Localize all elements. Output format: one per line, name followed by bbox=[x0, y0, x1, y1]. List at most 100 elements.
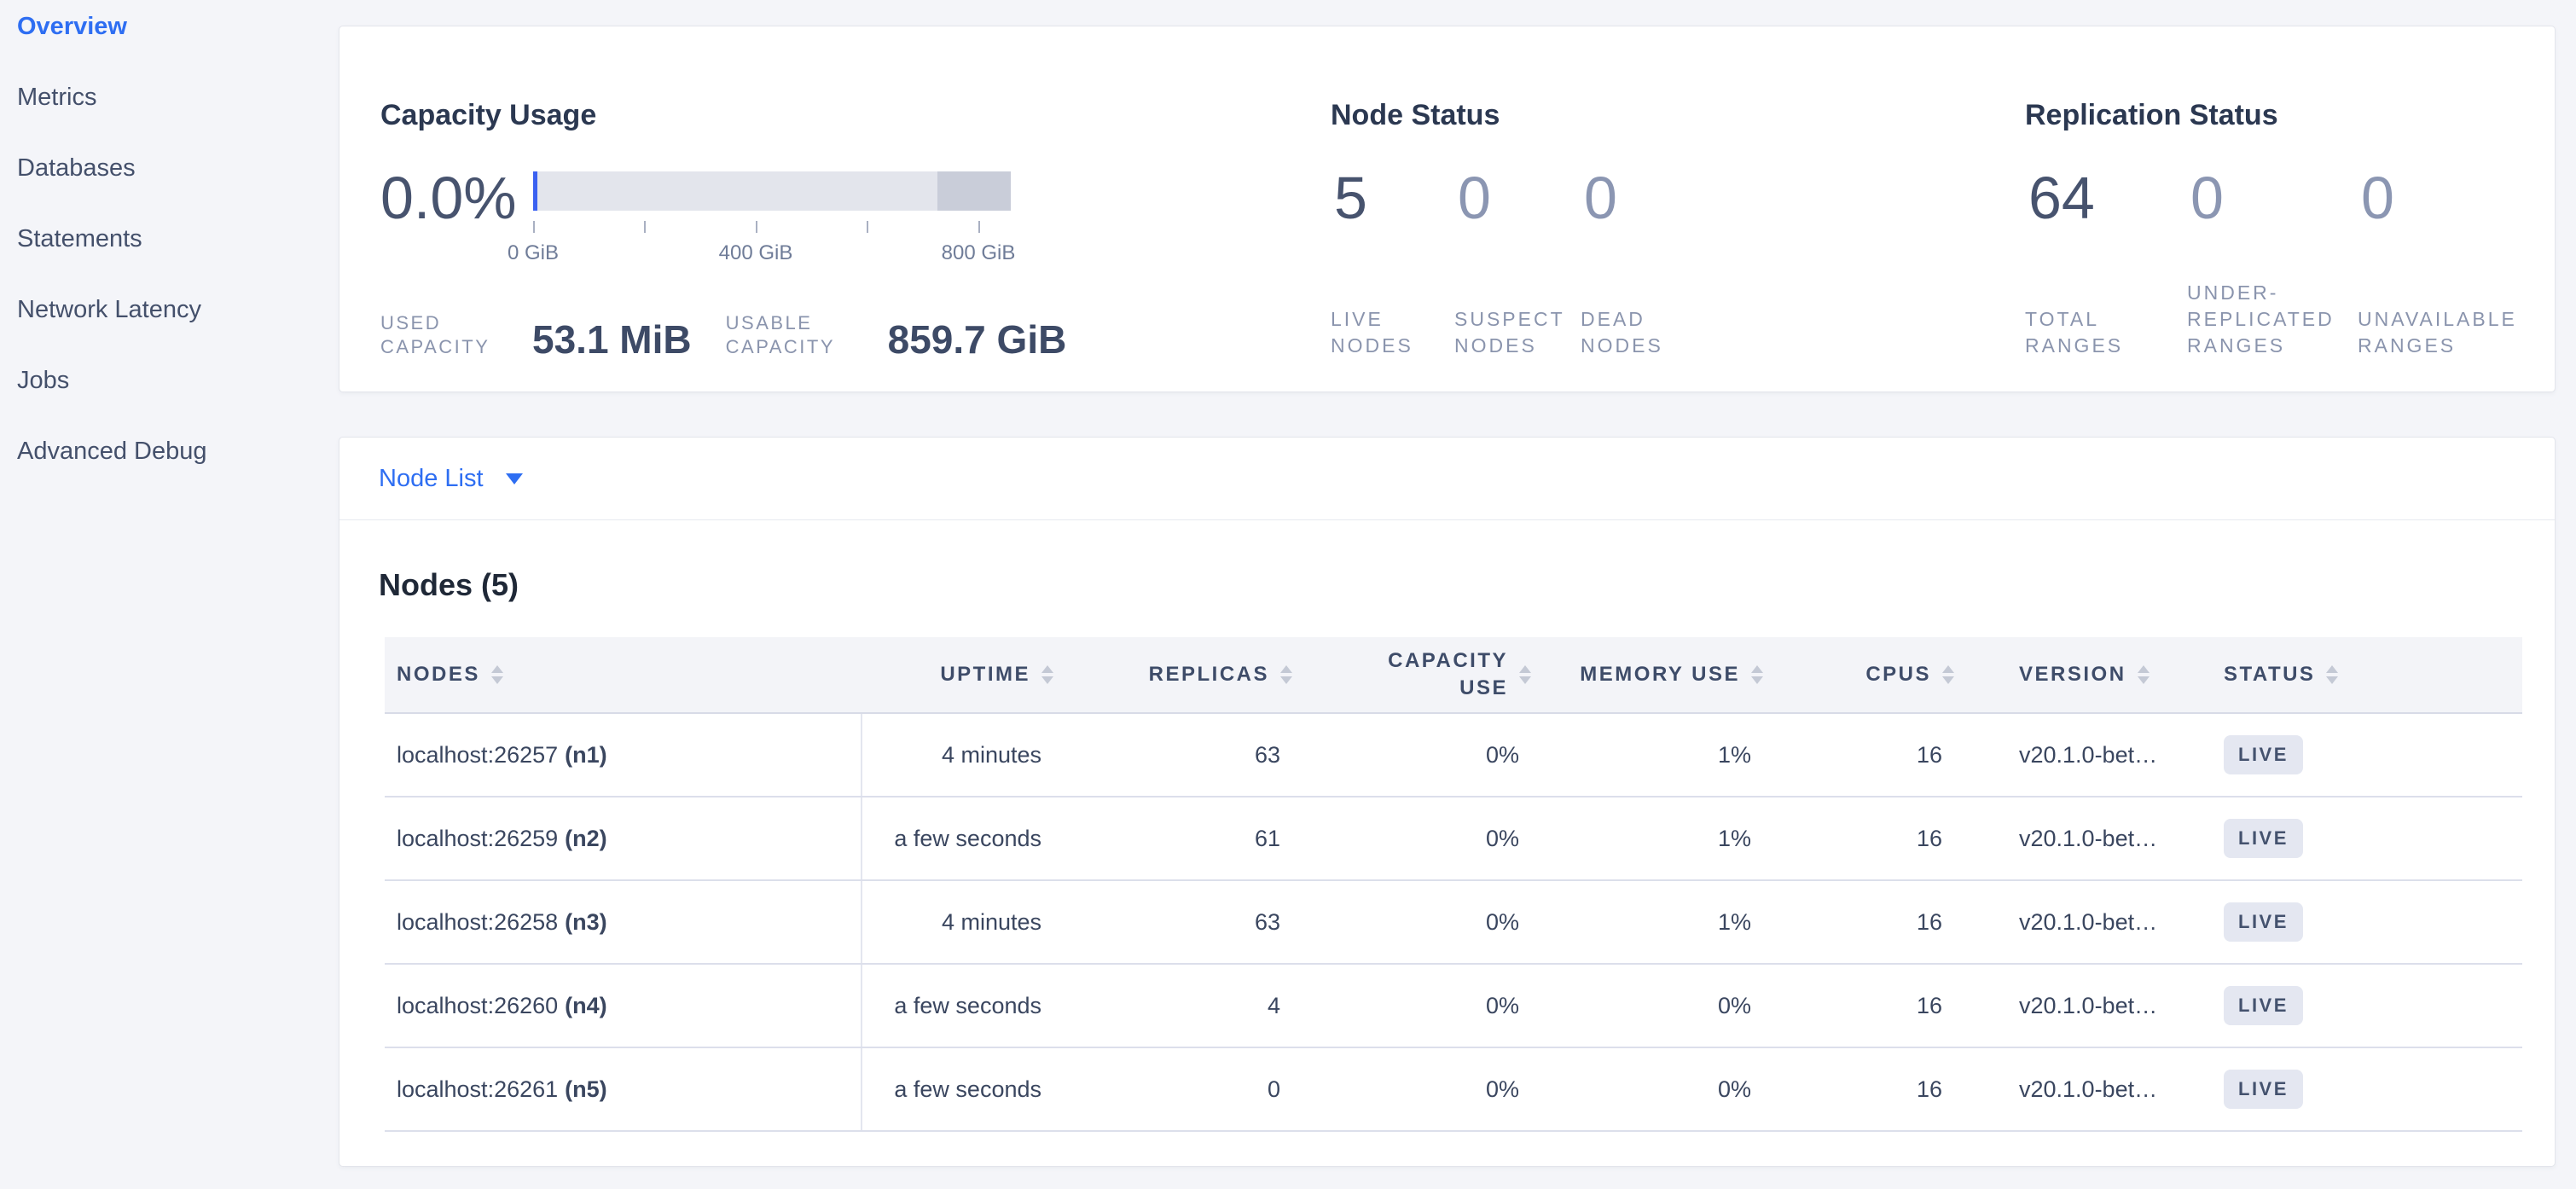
version-cell: v20.1.0-bet… bbox=[1959, 1048, 2202, 1130]
memory-use-cell: 0% bbox=[1536, 965, 1768, 1047]
column-header-replicas[interactable]: REPLICAS bbox=[1059, 637, 1297, 712]
under-replicated-ranges-label: UNDER-REPLICATED RANGES bbox=[2187, 280, 2358, 359]
capacity-use-cell: 0% bbox=[1297, 714, 1536, 796]
status-badge: LIVE bbox=[2224, 902, 2303, 942]
column-label: REPLICAS bbox=[1149, 661, 1269, 688]
node-list-selector-label: Node List bbox=[379, 465, 484, 493]
version-cell: v20.1.0-bet… bbox=[1959, 881, 2202, 963]
column-header-version[interactable]: VERSION bbox=[1959, 637, 2202, 712]
sidebar-item-jobs[interactable]: Jobs bbox=[0, 366, 339, 396]
capacity-bar-used-marker bbox=[533, 171, 537, 211]
replicas-cell: 63 bbox=[1059, 714, 1297, 796]
nodes-table: NODES UPTIME REPLICAS CAPACITY USE MEMOR… bbox=[385, 637, 2522, 1132]
axis-tick-label: 0 GiB bbox=[508, 241, 559, 265]
cpus-cell: 16 bbox=[1768, 798, 1959, 879]
cpus-cell: 16 bbox=[1768, 714, 1959, 796]
node-address: localhost:26258 bbox=[397, 909, 558, 936]
node-list-card: Node List Nodes (5) NODES UPTIME REPLICA… bbox=[339, 437, 2556, 1167]
total-ranges-label: TOTAL RANGES bbox=[2025, 306, 2187, 359]
capacity-usage-title: Capacity Usage bbox=[380, 98, 596, 132]
column-header-memory-use[interactable]: MEMORY USE bbox=[1536, 637, 1768, 712]
suspect-nodes-value: 0 bbox=[1458, 168, 1491, 228]
live-nodes-value: 5 bbox=[1334, 168, 1367, 228]
sort-icon[interactable] bbox=[2326, 665, 2338, 684]
nodes-table-header: NODES UPTIME REPLICAS CAPACITY USE MEMOR… bbox=[385, 637, 2522, 714]
sort-icon[interactable] bbox=[491, 665, 503, 684]
sidebar-item-network-latency[interactable]: Network Latency bbox=[0, 295, 339, 325]
memory-use-cell: 1% bbox=[1536, 714, 1768, 796]
capacity-usage-section: Capacity Usage 0.0% 0 GiB 400 GiB 800 Gi… bbox=[380, 26, 1319, 393]
sort-icon[interactable] bbox=[1041, 665, 1053, 684]
axis-tick bbox=[867, 221, 868, 233]
column-header-capacity-use[interactable]: CAPACITY USE bbox=[1297, 637, 1536, 712]
node-name-cell: localhost:26261 (n5) bbox=[385, 1048, 862, 1130]
metric-under-replicated-ranges: 0 UNDER-REPLICATED RANGES bbox=[2187, 26, 2358, 393]
column-label: STATUS bbox=[2224, 661, 2315, 688]
sidebar-item-metrics[interactable]: Metrics bbox=[0, 83, 339, 113]
node-status-section: Node Status 5 LIVE NODES 0 SUSPECT NODES… bbox=[1331, 26, 2013, 393]
column-header-status[interactable]: STATUS bbox=[2202, 637, 2524, 712]
memory-use-cell: 1% bbox=[1536, 881, 1768, 963]
chevron-down-icon bbox=[506, 473, 523, 484]
sort-icon[interactable] bbox=[1751, 665, 1763, 684]
status-cell: LIVE bbox=[2202, 965, 2524, 1047]
sort-icon[interactable] bbox=[2138, 665, 2150, 684]
column-header-uptime[interactable]: UPTIME bbox=[862, 637, 1059, 712]
column-label: CAPACITY USE bbox=[1363, 647, 1508, 702]
node-name-cell: localhost:26258 (n3) bbox=[385, 881, 862, 963]
capacity-usage-bar bbox=[533, 171, 1011, 211]
status-cell: LIVE bbox=[2202, 1048, 2524, 1130]
column-header-nodes[interactable]: NODES bbox=[385, 637, 862, 712]
node-list-selector[interactable]: Node List bbox=[379, 465, 523, 493]
sort-icon[interactable] bbox=[1942, 665, 1954, 684]
axis-tick-label: 800 GiB bbox=[942, 241, 1016, 265]
sidebar-item-statements[interactable]: Statements bbox=[0, 224, 339, 254]
metric-live-nodes: 5 LIVE NODES bbox=[1331, 26, 1450, 393]
node-name-cell: localhost:26259 (n2) bbox=[385, 798, 862, 879]
live-nodes-label: LIVE NODES bbox=[1331, 306, 1450, 359]
dead-nodes-value: 0 bbox=[1584, 168, 1617, 228]
dead-nodes-label: DEAD NODES bbox=[1581, 306, 1709, 359]
sidebar-item-advanced-debug[interactable]: Advanced Debug bbox=[0, 437, 339, 467]
total-ranges-value: 64 bbox=[2028, 168, 2095, 228]
node-id: (n1) bbox=[565, 742, 607, 768]
usable-capacity-label: USABLE CAPACITY bbox=[726, 311, 864, 359]
status-badge: LIVE bbox=[2224, 986, 2303, 1025]
under-replicated-ranges-value: 0 bbox=[2190, 168, 2224, 228]
cpus-cell: 16 bbox=[1768, 1048, 1959, 1130]
node-address: localhost:26260 bbox=[397, 993, 558, 1019]
table-row-n2[interactable]: localhost:26259 (n2) a few seconds 61 0%… bbox=[385, 798, 2522, 881]
main-content: Capacity Usage 0.0% 0 GiB 400 GiB 800 Gi… bbox=[339, 0, 2556, 1167]
metric-dead-nodes: 0 DEAD NODES bbox=[1581, 26, 1709, 393]
sidebar-item-databases[interactable]: Databases bbox=[0, 154, 339, 183]
replicas-cell: 0 bbox=[1059, 1048, 1297, 1130]
sort-icon[interactable] bbox=[1519, 665, 1531, 684]
metric-total-ranges: 64 TOTAL RANGES bbox=[2025, 26, 2187, 393]
sidebar-item-overview[interactable]: Overview bbox=[0, 12, 339, 42]
cpus-cell: 16 bbox=[1768, 965, 1959, 1047]
version-cell: v20.1.0-bet… bbox=[1959, 965, 2202, 1047]
sidebar: Overview Metrics Databases Statements Ne… bbox=[0, 0, 339, 1189]
capacity-use-cell: 0% bbox=[1297, 881, 1536, 963]
table-row-n3[interactable]: localhost:26258 (n3) 4 minutes 63 0% 1% … bbox=[385, 881, 2522, 965]
capacity-axis-ticks bbox=[533, 221, 1011, 233]
status-badge: LIVE bbox=[2224, 1070, 2303, 1109]
table-row-n1[interactable]: localhost:26257 (n1) 4 minutes 63 0% 1% … bbox=[385, 714, 2522, 798]
status-badge: LIVE bbox=[2224, 819, 2303, 858]
status-badge: LIVE bbox=[2224, 735, 2303, 774]
cluster-summary-card: Capacity Usage 0.0% 0 GiB 400 GiB 800 Gi… bbox=[339, 26, 2556, 392]
version-cell: v20.1.0-bet… bbox=[1959, 798, 2202, 879]
node-address: localhost:26257 bbox=[397, 742, 558, 768]
column-label: UPTIME bbox=[940, 661, 1030, 688]
column-label: MEMORY USE bbox=[1580, 661, 1740, 688]
metric-unavailable-ranges: 0 UNAVAILABLE RANGES bbox=[2358, 26, 2545, 393]
used-capacity-label: USED CAPACITY bbox=[380, 311, 508, 359]
nodes-table-title: Nodes (5) bbox=[379, 566, 2555, 604]
sort-icon[interactable] bbox=[1280, 665, 1292, 684]
table-row-n5[interactable]: localhost:26261 (n5) a few seconds 0 0% … bbox=[385, 1048, 2522, 1132]
column-header-cpus[interactable]: CPUS bbox=[1768, 637, 1959, 712]
table-row-n4[interactable]: localhost:26260 (n4) a few seconds 4 0% … bbox=[385, 965, 2522, 1048]
unavailable-ranges-label: UNAVAILABLE RANGES bbox=[2358, 306, 2545, 359]
metric-suspect-nodes: 0 SUSPECT NODES bbox=[1454, 26, 1577, 393]
unavailable-ranges-value: 0 bbox=[2361, 168, 2394, 228]
